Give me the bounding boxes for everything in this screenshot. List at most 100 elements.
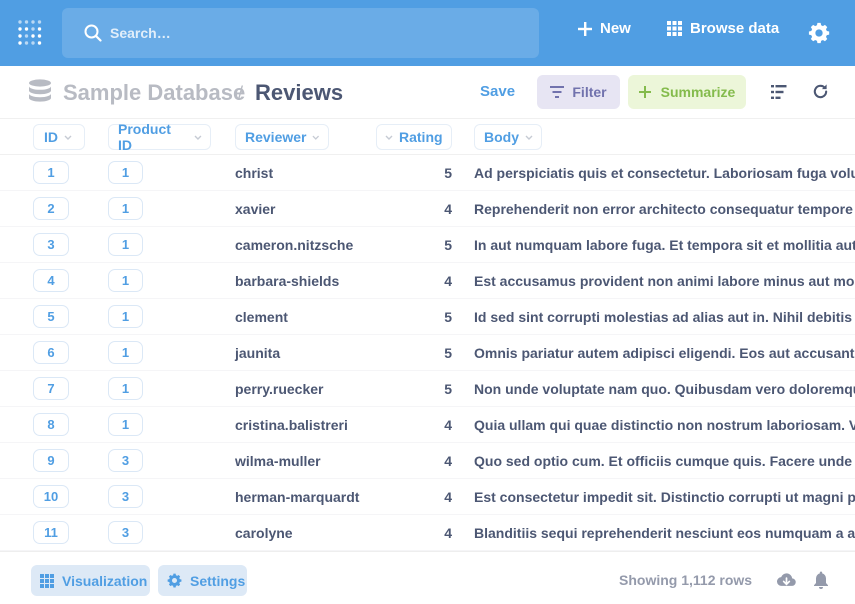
table-row: 2 1 xavier 4 Reprehenderit non error archite… [0,191,855,227]
id-link[interactable]: 6 [33,341,69,364]
browse-label: Browse data [690,20,780,37]
reviewer-cell: xavier [235,201,276,217]
rating-cell: 4 [444,489,452,505]
table-row: 4 1 barbara-shields 4 Est accusamus providen… [0,263,855,299]
id-link[interactable]: 3 [33,233,69,256]
column-header-product-id[interactable]: Product ID [108,121,211,153]
body-cell: Blanditiis sequi reprehenderit nesciunt … [474,525,855,541]
view-footer: Visualization Settings Showing 1,112 row… [0,551,855,604]
plus-icon [638,86,651,98]
body-cell: Id sed sint corrupti molestias ad alias … [474,309,855,325]
rating-cell: 5 [444,381,452,397]
table-row: 8 1 cristina.balistreri 4 Quia ullam qui qua… [0,407,855,443]
id-link[interactable]: 9 [33,449,69,472]
body-cell: Quo sed optio cum. Et officiis cumque qu… [474,453,855,469]
column-header-body[interactable]: Body [474,124,542,150]
body-cell: Non unde voluptate nam quo. Quibusdam ve… [474,381,855,397]
product-id-link[interactable]: 3 [108,449,143,472]
id-link[interactable]: 7 [33,377,69,400]
row-count: Showing 1,112 rows [619,572,753,588]
settings-button[interactable]: Settings [158,565,247,596]
chevron-down-icon [194,135,202,140]
table-row: 6 1 jaunita 5 Omnis pariatur autem adipisci … [0,335,855,371]
breadcrumb-database[interactable]: Sample Database [63,80,245,106]
product-id-link[interactable]: 1 [108,269,143,292]
download-icon[interactable] [777,572,796,589]
column-header-reviewer[interactable]: Reviewer [235,124,329,150]
id-link[interactable]: 8 [33,413,69,436]
id-link[interactable]: 1 [33,161,69,184]
product-id-link[interactable]: 1 [108,197,143,220]
reviewer-cell: barbara-shields [235,273,340,289]
id-link[interactable]: 4 [33,269,69,292]
reviewer-cell: herman-marquardt [235,489,360,505]
id-link[interactable]: 11 [33,521,69,544]
reviewer-cell: perry.ruecker [235,381,324,397]
chevron-down-icon [385,135,393,140]
search-input[interactable] [110,25,490,41]
rating-cell: 4 [444,417,452,433]
list-icon[interactable] [771,85,787,99]
query-header: Sample Database / Reviews Save Filter Su… [0,66,855,119]
table-row: 9 3 wilma-muller 4 Quo sed optio cum. Et off… [0,443,855,479]
filter-label: Filter [572,84,607,100]
body-cell: In aut numquam labore fuga. Et tempora s… [474,237,855,253]
database-icon [29,79,51,102]
column-header-rating[interactable]: Rating [376,124,452,150]
reviewer-cell: christ [235,165,274,181]
chevron-down-icon [525,135,533,140]
gear-icon[interactable] [808,22,830,44]
product-id-link[interactable]: 3 [108,485,143,508]
table-row: 11 3 carolyne 4 Blanditiis sequi reprehender… [0,515,855,551]
rating-cell: 5 [444,345,452,361]
reviewer-cell: jaunita [235,345,281,361]
rating-cell: 4 [444,453,452,469]
chevron-down-icon [312,135,320,140]
body-cell: Omnis pariatur autem adipisci eligendi. … [474,345,855,361]
new-label: New [600,20,631,37]
product-id-link[interactable]: 1 [108,341,143,364]
id-link[interactable]: 2 [33,197,69,220]
breadcrumb-separator: / [238,83,244,103]
id-link[interactable]: 5 [33,305,69,328]
search-bar[interactable] [62,8,539,58]
table-row: 7 1 perry.ruecker 5 Non unde voluptate nam q… [0,371,855,407]
reviewer-cell: clement [235,309,288,325]
table-row: 1 1 christ 5 Ad perspiciatis quis et consect… [0,155,855,191]
reviewer-cell: cristina.balistreri [235,417,348,433]
chevron-down-icon [64,135,72,140]
table-row: 5 1 clement 5 Id sed sint corrupti molestias… [0,299,855,335]
product-id-link[interactable]: 1 [108,413,143,436]
body-cell: Quia ullam qui quae distinctio non nostr… [474,417,855,433]
rating-cell: 4 [444,525,452,541]
plus-icon [578,21,592,36]
grid-icon [667,21,682,36]
save-button[interactable]: Save [480,83,515,100]
summarize-button[interactable]: Summarize [628,75,746,109]
table-row: 3 1 cameron.nitzsche 5 In aut numquam labore… [0,227,855,263]
product-id-link[interactable]: 1 [108,161,143,184]
column-header-id[interactable]: ID [33,124,85,150]
id-link[interactable]: 10 [33,485,69,508]
filter-button[interactable]: Filter [537,75,620,109]
summarize-label: Summarize [660,84,736,100]
browse-data-button[interactable]: Browse data [667,20,779,37]
metabase-logo-icon[interactable] [17,19,43,47]
product-id-link[interactable]: 1 [108,305,143,328]
body-cell: Est accusamus provident non animi labore… [474,273,855,289]
reviewer-cell: carolyne [235,525,293,541]
refresh-icon[interactable] [812,83,829,100]
table-header: ID Product ID Reviewer Rating Body [0,119,855,155]
top-nav: New Browse data [0,0,855,66]
search-icon [84,24,102,42]
table-row: 10 3 herman-marquardt 4 Est consectetur impe… [0,479,855,515]
visualization-button[interactable]: Visualization [31,565,150,596]
product-id-link[interactable]: 1 [108,233,143,256]
reviewer-cell: wilma-muller [235,453,321,469]
new-button[interactable]: New [578,20,631,37]
product-id-link[interactable]: 1 [108,377,143,400]
product-id-link[interactable]: 3 [108,521,143,544]
rating-cell: 4 [444,273,452,289]
rating-cell: 4 [444,201,452,217]
bell-icon[interactable] [813,571,829,589]
